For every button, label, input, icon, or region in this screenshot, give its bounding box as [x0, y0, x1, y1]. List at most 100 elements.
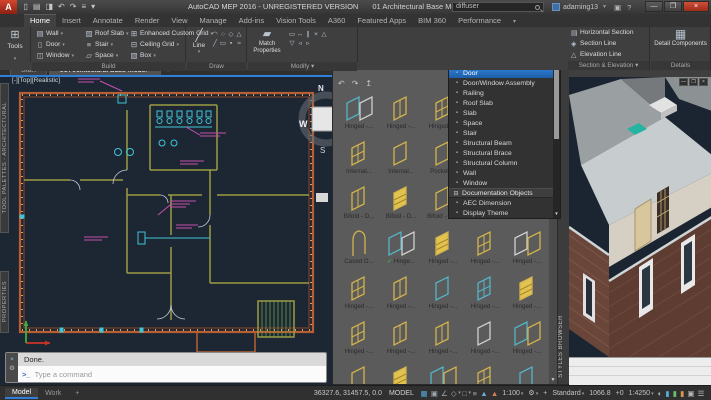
line-button[interactable]: ╱ Line ▾ — [189, 28, 209, 55]
draw-tool-icon[interactable]: ≈ — [235, 39, 243, 48]
grid-display-icon[interactable]: ▦ — [420, 389, 427, 398]
view-window-button[interactable]: — — [679, 78, 688, 86]
up-icon[interactable]: ↥ — [365, 79, 372, 88]
viewport-controls-label[interactable]: [-][Top][Realistic] — [12, 77, 60, 84]
open-icon[interactable]: ▤ — [33, 0, 41, 14]
ribbon-tab-view[interactable]: View — [165, 15, 193, 27]
lineweight-icon[interactable]: ≡ — [473, 389, 477, 398]
modify-tool-icon[interactable]: ▹ — [304, 39, 312, 48]
object-type-option-slab[interactable]: ▪Slab — [449, 108, 555, 118]
ribbon-tab-featured-apps[interactable]: Featured Apps — [351, 15, 412, 27]
modify-tool-icon[interactable]: ▽ — [288, 39, 296, 48]
snap-mode-icon[interactable]: ▣ — [431, 389, 438, 398]
viewport-scale[interactable]: 1:100▾ — [502, 390, 523, 397]
workspace[interactable]: Standard▾ — [552, 390, 584, 397]
minimize-button[interactable]: — — [645, 1, 663, 12]
command-close-icon[interactable]: × — [10, 355, 14, 364]
modify-tool-icon[interactable]: ∥ — [304, 30, 312, 39]
draw-tool-icon[interactable]: ▪ — [227, 39, 235, 48]
door-style-tile[interactable]: Hinged -... — [422, 228, 464, 273]
restore-button[interactable]: ❐ — [664, 1, 682, 12]
door-style-tile[interactable]: Hinged -... — [380, 93, 422, 138]
move-gizmo[interactable]: + — [543, 390, 547, 397]
object-type-option-structural-brace[interactable]: ▪Structural Brace — [449, 148, 555, 158]
modify-tool-icon[interactable]: △ — [320, 30, 328, 39]
match-properties-button[interactable]: ▰ Match Properties — [250, 28, 284, 54]
autoscale-icon[interactable]: ▲ — [491, 389, 498, 398]
panel-display-toggle-icon[interactable]: ▾ — [513, 18, 516, 27]
object-type-option-railing[interactable]: ▪Railing — [449, 88, 555, 98]
qat-menu-icon[interactable]: ▾ — [91, 0, 95, 14]
button-section-line[interactable]: ◈Section Line — [568, 38, 649, 49]
undo-icon[interactable]: ↶ — [58, 0, 65, 14]
osnap-icon[interactable]: □ — [462, 389, 467, 398]
polar-tracking-icon[interactable]: ◇ — [451, 389, 457, 398]
ribbon-tab-vision-tools[interactable]: Vision Tools — [270, 15, 322, 27]
ribbon-tab-manage[interactable]: Manage — [194, 15, 233, 27]
model-3d-view-window[interactable]: —❐× — [568, 70, 711, 385]
layout-tab-work[interactable]: Work — [38, 389, 68, 398]
modify-tool-icon[interactable]: × — [312, 30, 320, 39]
draw-tool-icon[interactable]: ○ — [219, 30, 227, 39]
draw-tool-icon[interactable]: ◠ — [211, 30, 219, 39]
object-type-option-stair[interactable]: ▪Stair — [449, 128, 555, 138]
button-elevation-line[interactable]: △Elevation Line — [568, 49, 649, 60]
forward-icon[interactable]: ↷ — [352, 79, 359, 88]
layout-tab--[interactable]: + — [68, 389, 86, 398]
button-horizontal-section[interactable]: ▤Horizontal Section — [568, 27, 649, 38]
object-type-option-space[interactable]: ▪Space — [449, 118, 555, 128]
ribbon-tab-insert[interactable]: Insert — [56, 15, 87, 27]
door-style-tile[interactable]: Hinged -... — [506, 318, 548, 363]
ribbon-tab-add-ins[interactable]: Add-ins — [233, 15, 270, 27]
redo-icon[interactable]: ↷ — [70, 0, 77, 14]
button-roof-slab[interactable]: ▨Roof Slab▾ — [84, 28, 128, 39]
autocad-logo-icon[interactable]: A — [0, 0, 17, 14]
object-type-option-structural-beam[interactable]: ▪Structural Beam — [449, 138, 555, 148]
modify-tool-icon[interactable]: ↔ — [296, 30, 304, 39]
door-style-tile[interactable]: Hinged -... — [338, 363, 380, 384]
door-style-tile[interactable]: Bifold - D... — [380, 183, 422, 228]
object-type-option-structural-column[interactable]: ▪Structural Column — [449, 158, 555, 168]
draw-tool-icon[interactable]: ╱ — [211, 39, 219, 48]
door-style-tile[interactable]: Hinged -... — [506, 228, 548, 273]
search-input[interactable]: diffuser — [452, 2, 544, 12]
chevron-down-icon[interactable]: ▾ — [469, 390, 472, 396]
customization-icon[interactable]: ☰ — [698, 389, 705, 398]
notifications-icon[interactable]: ▣ — [614, 3, 621, 12]
detail-components-button[interactable]: ▦ Detail Components — [651, 28, 710, 48]
ribbon-tab-render[interactable]: Render — [129, 15, 166, 27]
door-style-tile[interactable]: Hinged -... — [464, 318, 506, 363]
draw-tool-icon[interactable]: △ — [235, 30, 243, 39]
ribbon-tab-annotate[interactable]: Annotate — [87, 15, 129, 27]
door-style-tile[interactable]: Internal... — [338, 138, 380, 183]
door-style-tile[interactable]: Hinged -... — [380, 273, 422, 318]
modify-tool-icon[interactable]: ▭ — [288, 30, 296, 39]
drawing-canvas[interactable]: N W S [-][Top][Realistic] TOOL PALETTES … — [0, 75, 332, 385]
annotation-scale[interactable]: 1:4250▾ — [629, 390, 654, 397]
annotation-visibility-icon[interactable]: ▲ — [480, 389, 487, 398]
draw-tool-icon[interactable]: ▭ — [219, 39, 227, 48]
layout-tab-model[interactable]: Model — [5, 388, 38, 399]
tools-button[interactable]: ⊞ Tools ▾ — [0, 27, 30, 65]
door-style-tile[interactable]: Hinged -... — [338, 318, 380, 363]
view-window-button[interactable]: × — [699, 78, 708, 86]
new-icon[interactable]: ▯ — [24, 0, 28, 14]
object-category-header[interactable]: ⊟Documentation Objects — [449, 188, 555, 198]
command-input[interactable]: >_ Type a command — [18, 366, 326, 382]
search-icon[interactable] — [535, 5, 540, 10]
door-style-tile[interactable]: Hinged -... — [338, 93, 380, 138]
ortho-mode-icon[interactable]: ∠ — [441, 389, 448, 398]
door-style-tile[interactable]: Hinged -... — [464, 363, 506, 384]
button-wall[interactable]: ▤Wall▾ — [35, 28, 74, 39]
clean-screen-icon[interactable]: ▣ — [687, 389, 694, 398]
plot-icon[interactable]: ≡ — [81, 0, 86, 14]
door-style-tile[interactable]: Bifold - D... — [338, 183, 380, 228]
ribbon-tab-home[interactable]: Home — [24, 14, 56, 27]
hardware-accel-icon[interactable]: ▮ — [673, 389, 677, 398]
door-style-tile[interactable]: Hinged -... — [464, 228, 506, 273]
graphics-performance-icon[interactable]: ▮ — [665, 389, 669, 398]
object-type-option-wall[interactable]: ▪Wall — [449, 168, 555, 178]
object-type-option-roof-slab[interactable]: ▪Roof Slab — [449, 98, 555, 108]
perf-warning-icon[interactable]: ▮ — [680, 389, 684, 398]
username[interactable]: adarning13 — [563, 4, 598, 11]
